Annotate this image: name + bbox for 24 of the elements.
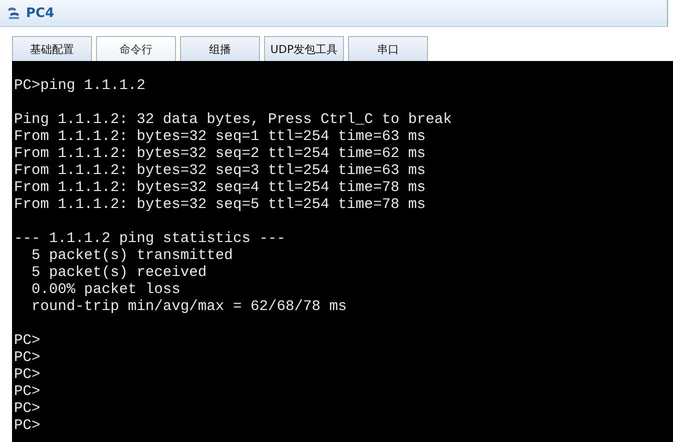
terminal-line: PC> [13,333,42,350]
terminal-line: 5 packet(s) received [30,265,208,282]
terminal-line: From 1.1.1.2: bytes=32 seq=3 ttl=254 time=63 ms [13,163,427,180]
terminal-line: PC> [13,367,42,384]
terminal-line: PC>ping 1.1.1.2 [13,78,146,95]
terminal-line: From 1.1.1.2: bytes=32 seq=5 ttl=254 time=78 ms [13,197,427,214]
terminal-line: 0.00% packet loss [30,282,182,299]
terminal-line: PC> [13,418,42,435]
terminal-line: PC> [13,350,42,367]
tab[interactable]: 组播 [180,36,260,61]
tab[interactable]: 命令行 [96,36,176,61]
terminal-line: 5 packet(s) transmitted [30,248,234,265]
terminal-line: PC> [13,384,42,401]
terminal-line: From 1.1.1.2: bytes=32 seq=4 ttl=254 time=78 ms [13,180,427,197]
tab[interactable]: 基础配置 [12,36,92,61]
window-title: PC4 [26,6,54,20]
terminal-line: From 1.1.1.2: bytes=32 seq=1 ttl=254 time=63 ms [13,129,427,146]
tab[interactable]: 串口 [348,36,428,61]
terminal-line: Ping 1.1.1.2: 32 data bytes, Press Ctrl_C to break [13,112,453,129]
terminal-line: PC> [13,401,42,418]
terminal-line: From 1.1.1.2: bytes=32 seq=2 ttl=254 time=62 ms [13,146,427,163]
terminal-line: round-trip min/avg/max = 62/68/78 ms [30,299,348,316]
terminal-line: --- 1.1.1.2 ping statistics --- [13,231,286,248]
tab[interactable]: UDP发包工具 [264,36,344,61]
